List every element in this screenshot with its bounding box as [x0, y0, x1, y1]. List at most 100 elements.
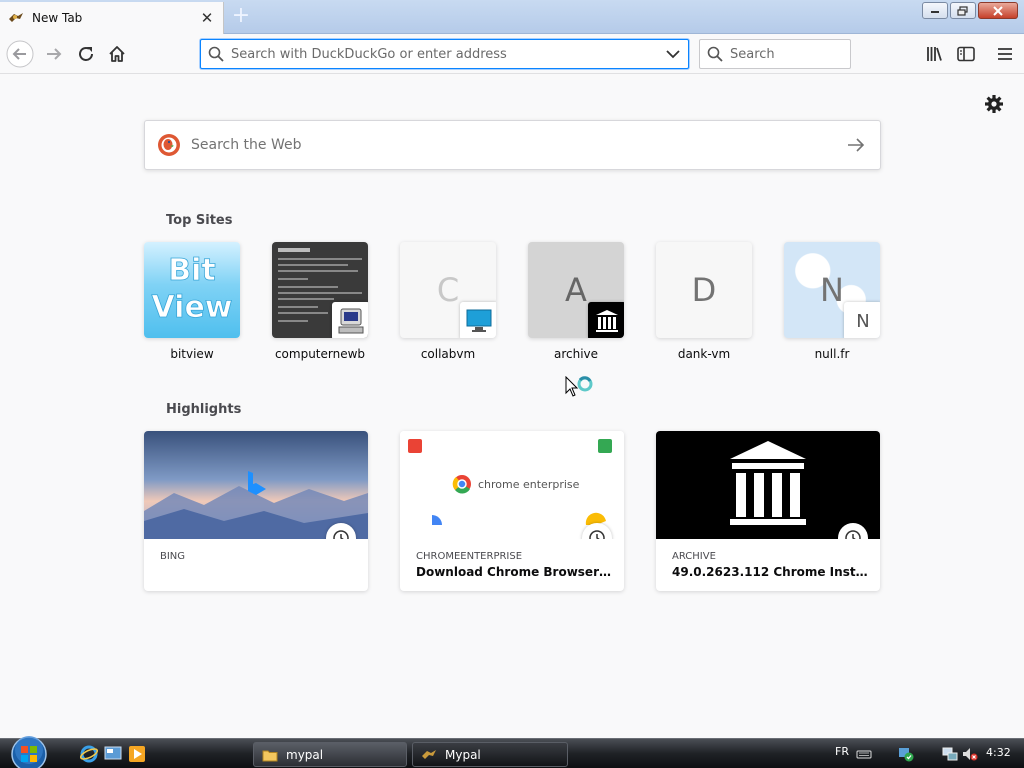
top-site-label: bitview — [170, 347, 214, 361]
monitor-favicon-icon — [460, 302, 496, 338]
tab-close-icon[interactable]: ✕ — [199, 10, 215, 26]
top-site-label: collabvm — [420, 347, 476, 361]
highlight-card[interactable]: ARCHIVE 49.0.2623.112 Chrome Installer :… — [656, 431, 880, 591]
busy-cursor-icon — [565, 376, 593, 397]
sidebar-button[interactable] — [952, 40, 980, 68]
letter-favicon-icon: N — [844, 302, 880, 338]
back-icon — [6, 40, 34, 68]
archive-thumbnail: A — [528, 242, 624, 338]
chevron-down-icon[interactable] — [658, 49, 688, 59]
media-player-icon[interactable] — [128, 745, 146, 763]
forward-button[interactable] — [40, 40, 68, 68]
svg-text:View: View — [151, 290, 232, 325]
highlight-card[interactable]: chrome enterprise CHROMEENTERPRISE Downl… — [400, 431, 624, 591]
top-site-tile[interactable]: computernewb — [272, 242, 368, 361]
minimize-button[interactable] — [922, 2, 948, 19]
svg-text:chrome enterprise: chrome enterprise — [478, 478, 580, 491]
top-site-label: computernewb — [274, 347, 366, 361]
internet-explorer-icon[interactable] — [80, 745, 98, 763]
top-site-tile[interactable]: C collabvm — [400, 242, 496, 361]
highlight-host: BING — [160, 551, 186, 562]
library-button[interactable] — [920, 40, 948, 68]
top-sites-title: Top Sites — [166, 213, 233, 228]
chrome-enterprise-preview-image: chrome enterprise — [400, 431, 624, 539]
taskbar: mypal Mypal FR 4:32 — [0, 736, 1024, 768]
search-go-arrow-icon[interactable] — [844, 133, 868, 157]
highlights-title: Highlights — [166, 402, 242, 417]
tile-letter: D — [691, 271, 717, 309]
close-window-button[interactable] — [978, 2, 1018, 19]
new-tab-plus-icon[interactable]: + — [230, 5, 252, 28]
bing-preview-image — [144, 431, 368, 539]
web-search-input[interactable] — [191, 137, 844, 153]
dank-vm-thumbnail: D — [656, 242, 752, 338]
computer-favicon-icon — [332, 302, 368, 338]
top-site-tile[interactable]: A archive — [528, 242, 624, 361]
search-icon — [700, 46, 730, 62]
top-site-tile[interactable]: D dank-vm — [656, 242, 752, 361]
highlight-card[interactable]: BING — [144, 431, 368, 591]
computernewb-thumbnail — [272, 242, 368, 338]
top-site-tile[interactable]: Bit View bitview — [144, 242, 240, 361]
home-icon — [109, 46, 125, 62]
home-button[interactable] — [103, 40, 131, 68]
reload-button[interactable] — [72, 40, 100, 68]
clock-time[interactable]: 4:32 — [986, 746, 1011, 759]
archive-preview-image — [656, 431, 880, 539]
menu-icon — [998, 48, 1012, 60]
minimize-icon — [931, 10, 939, 13]
highlight-host: CHROMEENTERPRISE — [416, 551, 523, 562]
tab-new-tab[interactable]: New Tab ✕ — [0, 2, 224, 34]
restore-icon — [957, 5, 968, 16]
taskbar-item-label: Mypal — [445, 747, 481, 762]
restore-button[interactable] — [950, 2, 976, 19]
null-fr-thumbnail: N N — [784, 242, 880, 338]
tile-letter: C — [436, 271, 460, 309]
reload-icon — [79, 47, 93, 61]
tile-letter: A — [565, 271, 587, 309]
taskbar-item-folder[interactable]: mypal — [253, 742, 407, 767]
mypal-icon — [422, 749, 436, 759]
tile-letter: N — [820, 271, 844, 309]
mypal-favicon-icon — [9, 13, 23, 22]
search-icon — [201, 46, 231, 62]
close-window-icon — [993, 5, 1003, 16]
start-button-icon[interactable] — [8, 733, 50, 768]
bitview-thumbnail: Bit View — [144, 242, 240, 338]
search-bar[interactable] — [699, 39, 851, 69]
gear-icon[interactable] — [984, 94, 1004, 114]
bitview-logo-icon: Bit View — [151, 253, 233, 326]
menu-button[interactable] — [991, 40, 1019, 68]
top-site-label: dank-vm — [677, 347, 731, 361]
duckduckgo-logo-icon — [158, 134, 180, 156]
highlight-title: Download Chrome Browser for ... — [416, 565, 612, 579]
web-search-box[interactable] — [144, 120, 881, 170]
security-center-icon[interactable] — [898, 746, 914, 762]
url-bar[interactable] — [200, 39, 689, 69]
library-icon — [927, 47, 942, 61]
highlight-title: 49.0.2623.112 Chrome Installer :... — [672, 565, 868, 579]
nav-toolbar — [0, 34, 1024, 74]
top-site-tile[interactable]: N N null.fr — [784, 242, 880, 361]
network-icon[interactable] — [942, 746, 958, 762]
sidebar-icon — [957, 46, 975, 62]
window-controls — [922, 2, 1018, 19]
folder-icon — [262, 750, 278, 761]
tab-bar: New Tab ✕ + — [0, 0, 1024, 34]
search-input[interactable] — [730, 46, 850, 62]
highlight-host: ARCHIVE — [672, 551, 716, 562]
collabvm-thumbnail: C — [400, 242, 496, 338]
taskbar-item-label: mypal — [286, 747, 324, 762]
keyboard-icon[interactable] — [856, 746, 872, 762]
volume-muted-icon[interactable] — [962, 746, 978, 762]
top-site-label: archive — [553, 347, 599, 361]
taskbar-item-browser[interactable]: Mypal — [412, 742, 568, 767]
language-indicator[interactable]: FR — [835, 745, 849, 758]
svg-text:Bit: Bit — [168, 253, 216, 288]
back-button[interactable] — [6, 40, 34, 68]
tab-title: New Tab — [32, 11, 83, 25]
show-desktop-icon[interactable] — [104, 745, 122, 763]
archive-favicon-icon — [588, 302, 624, 338]
url-input[interactable] — [231, 46, 658, 62]
top-site-label: null.fr — [814, 347, 850, 361]
